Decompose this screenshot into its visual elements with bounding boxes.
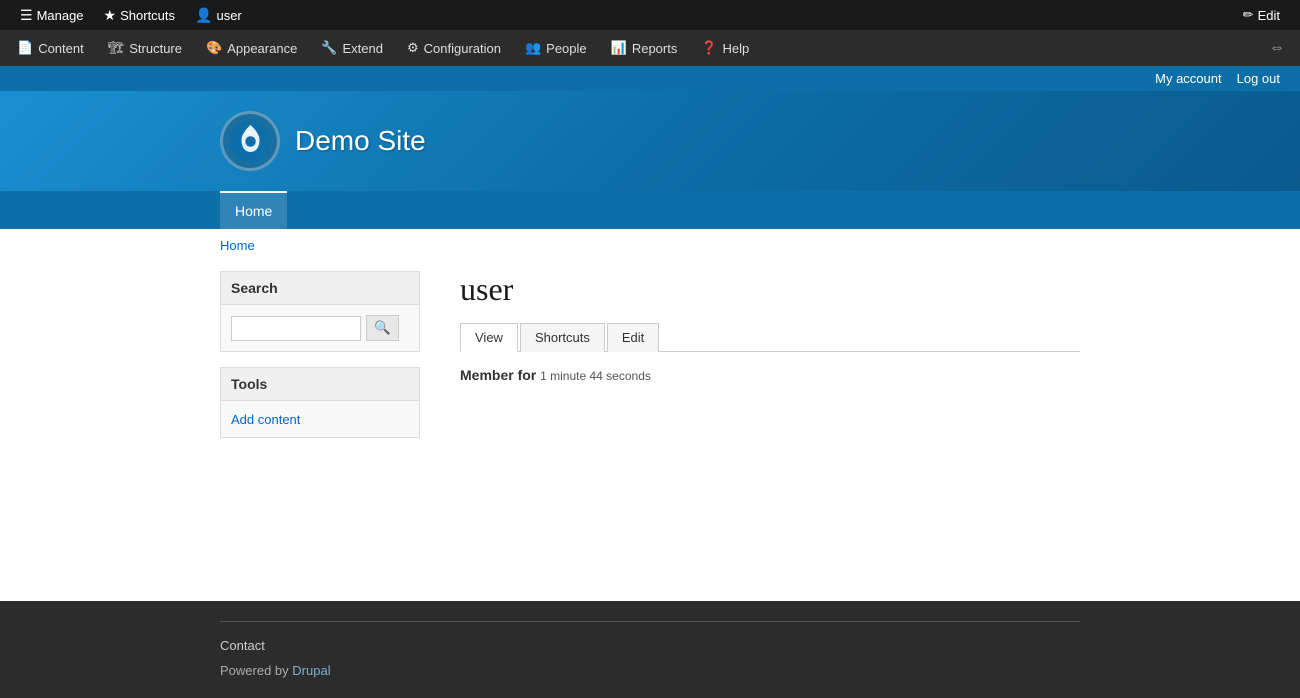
footer: Contact Powered by Drupal — [0, 601, 1300, 698]
user-icon: 👤 — [195, 7, 212, 24]
footer-divider — [220, 621, 1080, 622]
structure-icon: 🏗 — [108, 40, 125, 56]
admin-toolbar: ☰ Manage ★ Shortcuts 👤 user ✏ Edit — [0, 0, 1300, 30]
edit-button[interactable]: ✏ Edit — [1233, 7, 1290, 23]
add-content-link[interactable]: Add content — [231, 412, 300, 427]
search-input[interactable] — [231, 316, 361, 341]
tab-edit[interactable]: Edit — [607, 323, 659, 352]
user-label: user — [216, 8, 241, 23]
breadcrumb: Home — [0, 229, 1300, 261]
search-button[interactable]: 🔍 — [366, 315, 399, 341]
appearance-icon: 🎨 — [206, 40, 222, 56]
member-info: Member for 1 minute 44 seconds — [460, 367, 1080, 383]
drupal-link[interactable]: Drupal — [292, 663, 330, 678]
nav-right-icon: ⇔ — [1269, 39, 1285, 57]
nav-menu: 📄 Content 🏗 Structure 🎨 Appearance 🔧 Ext… — [0, 30, 1300, 66]
search-block-title: Search — [221, 272, 419, 305]
people-icon: 👥 — [525, 40, 541, 56]
powered-by: Powered by Drupal — [220, 663, 1080, 678]
search-form: 🔍 — [231, 315, 409, 341]
tab-shortcuts[interactable]: Shortcuts — [520, 323, 605, 352]
tab-view[interactable]: View — [460, 323, 518, 352]
nav-right: ⇔ — [1269, 39, 1295, 57]
footer-nav: Contact — [220, 637, 1080, 653]
toolbar-right: ✏ Edit — [1233, 7, 1290, 23]
manage-label: Manage — [37, 8, 84, 23]
account-bar: My account Log out — [0, 66, 1300, 91]
page-content: user View Shortcuts Edit Member for 1 mi… — [440, 261, 1080, 561]
nav-appearance[interactable]: 🎨 Appearance — [194, 30, 309, 66]
contact-link[interactable]: Contact — [220, 638, 265, 653]
content-icon: 📄 — [17, 40, 33, 56]
pencil-icon: ✏ — [1243, 7, 1254, 23]
tools-block-title: Tools — [221, 368, 419, 401]
primary-nav: Home — [0, 191, 1300, 229]
search-block: Search 🔍 — [220, 271, 420, 352]
extend-icon: 🔧 — [321, 40, 337, 56]
nav-reports[interactable]: 📊 Reports — [599, 30, 690, 66]
reports-icon: 📊 — [611, 40, 627, 56]
shortcuts-label: Shortcuts — [120, 8, 175, 23]
user-button[interactable]: 👤 user — [185, 0, 252, 30]
member-for-label: Member for — [460, 367, 536, 383]
help-icon: ❓ — [701, 40, 717, 56]
search-icon: 🔍 — [374, 320, 391, 336]
shortcuts-button[interactable]: ★ Shortcuts — [94, 0, 185, 30]
breadcrumb-home[interactable]: Home — [220, 238, 255, 253]
nav-structure[interactable]: 🏗 Structure — [96, 30, 194, 66]
my-account-link[interactable]: My account — [1155, 71, 1221, 86]
log-out-link[interactable]: Log out — [1237, 71, 1280, 86]
member-duration: 1 minute 44 seconds — [540, 369, 651, 383]
nav-help[interactable]: ❓ Help — [689, 30, 761, 66]
logo-svg — [228, 119, 273, 164]
primary-nav-home[interactable]: Home — [220, 191, 287, 229]
nav-configuration[interactable]: ⚙ Configuration — [395, 30, 513, 66]
main-content: Search 🔍 Tools Add content user View Sho — [0, 261, 1300, 561]
sidebar: Search 🔍 Tools Add content — [220, 261, 420, 561]
content-tabs: View Shortcuts Edit — [460, 323, 1080, 352]
site-header: Demo Site — [0, 91, 1300, 191]
menu-icon: ☰ — [20, 7, 33, 24]
nav-people[interactable]: 👥 People — [513, 30, 599, 66]
manage-button[interactable]: ☰ Manage — [10, 0, 94, 30]
nav-extend[interactable]: 🔧 Extend — [309, 30, 395, 66]
config-icon: ⚙ — [407, 40, 419, 56]
star-icon: ★ — [104, 7, 117, 24]
tools-block-content: Add content — [221, 401, 419, 437]
page-title: user — [460, 271, 1080, 308]
powered-by-label: Powered by — [220, 663, 289, 678]
site-title: Demo Site — [295, 125, 426, 157]
nav-content[interactable]: 📄 Content — [5, 30, 96, 66]
tools-block: Tools Add content — [220, 367, 420, 438]
site-logo — [220, 111, 280, 171]
edit-label: Edit — [1258, 8, 1280, 23]
search-block-content: 🔍 — [221, 305, 419, 351]
